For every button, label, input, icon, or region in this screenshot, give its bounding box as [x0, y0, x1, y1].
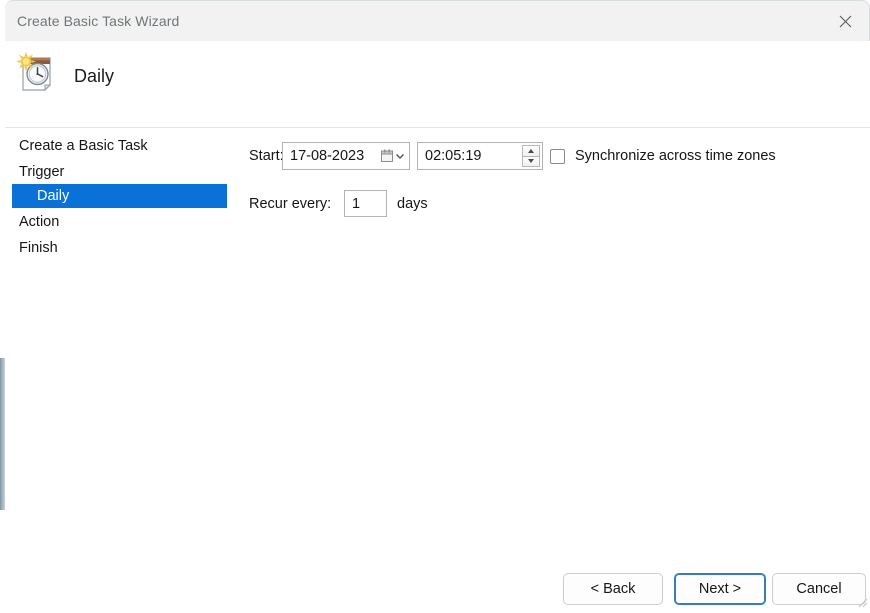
time-spinner[interactable] [522, 145, 540, 167]
synchronize-checkbox-label: Synchronize across time zones [575, 148, 776, 164]
sidebar-item-finish[interactable]: Finish [12, 236, 227, 260]
start-time-value: 02:05:19 [425, 148, 482, 164]
start-label: Start: [249, 148, 284, 164]
spinner-up-icon[interactable] [522, 145, 540, 156]
recur-every-input[interactable]: 1 [344, 190, 387, 217]
sidebar-item-trigger[interactable]: Trigger [12, 160, 227, 184]
wizard-body: Create a Basic Task Trigger Daily Action… [5, 128, 870, 610]
synchronize-across-time-zones-row[interactable]: Synchronize across time zones [550, 142, 776, 170]
start-date-value: 17-08-2023 [290, 148, 365, 164]
daily-task-calendar-clock-icon [14, 49, 60, 95]
cancel-button[interactable]: Cancel [772, 573, 866, 605]
sidebar-item-action[interactable]: Action [12, 210, 227, 234]
sidebar-item-label: Action [19, 214, 60, 230]
calendar-dropdown-icon[interactable] [381, 149, 404, 163]
title-bar: Create Basic Task Wizard [5, 0, 870, 41]
back-button-label: < Back [590, 581, 636, 597]
wizard-steps-sidebar: Create a Basic Task Trigger Daily Action… [5, 128, 237, 610]
synchronize-checkbox[interactable] [550, 148, 565, 164]
wizard-header: Daily [5, 41, 870, 128]
spinner-down-icon[interactable] [522, 155, 540, 167]
resize-grip-glyph [858, 598, 868, 608]
up-arrow-glyph [528, 148, 534, 153]
down-arrow-glyph [528, 159, 534, 164]
create-basic-task-wizard-window: Create Basic Task Wizard Daily Create a … [0, 0, 870, 610]
cancel-button-label: Cancel [796, 581, 842, 597]
recur-every-label: Recur every: [249, 196, 332, 212]
recur-every-value: 1 [352, 195, 361, 212]
daily-icon-glyph [16, 51, 52, 92]
start-time-input[interactable]: 02:05:19 [417, 142, 543, 170]
resize-grip[interactable] [854, 594, 868, 608]
close-glyph [839, 15, 852, 27]
start-date-input[interactable]: 17-08-2023 [282, 142, 410, 170]
chevron-down-icon [396, 153, 404, 159]
sidebar-item-daily[interactable]: Daily [12, 184, 227, 208]
page-title: Daily [74, 66, 115, 86]
next-button-label: Next > [698, 581, 742, 597]
calendar-glyph [381, 149, 393, 162]
back-button[interactable]: < Back [563, 573, 663, 605]
sidebar-item-label: Daily [37, 188, 70, 204]
next-button[interactable]: Next > [674, 573, 766, 605]
close-icon[interactable] [822, 1, 869, 41]
sidebar-item-label: Finish [19, 240, 58, 256]
sidebar-item-create-a-basic-task[interactable]: Create a Basic Task [12, 134, 227, 158]
recur-unit-label: days [397, 196, 428, 212]
daily-trigger-settings-pane: Start: 17-08-2023 02:05:19 Synchronize a… [237, 128, 870, 610]
window-title: Create Basic Task Wizard [17, 13, 180, 29]
sidebar-item-label: Trigger [19, 164, 65, 180]
sidebar-item-label: Create a Basic Task [19, 138, 148, 154]
